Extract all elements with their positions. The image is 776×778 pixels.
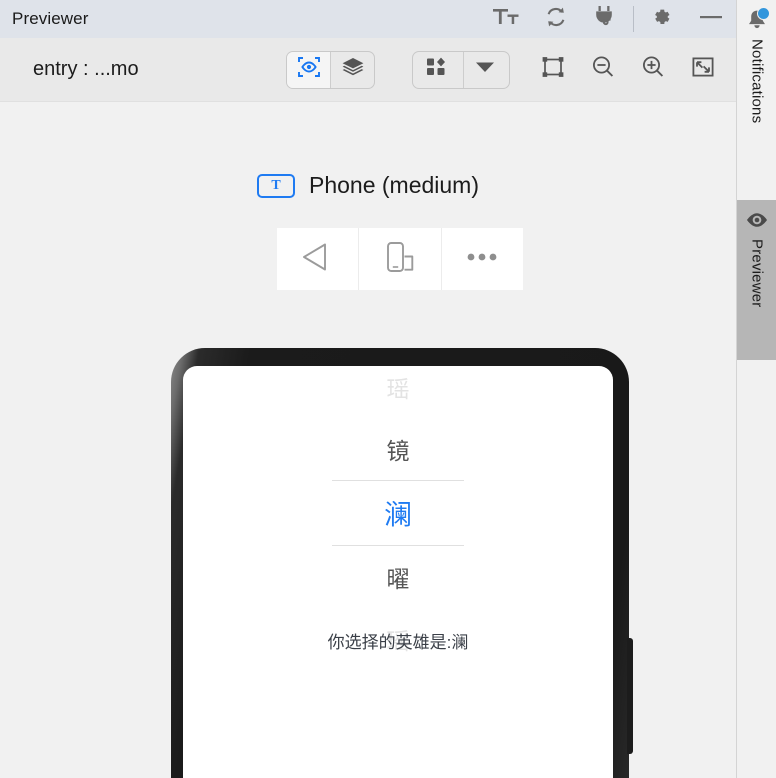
sidebar-item-previewer[interactable]: Previewer — [737, 200, 776, 360]
minimize-icon — [698, 10, 724, 29]
editor-toolbar: entry : ...mo — [0, 38, 736, 102]
device-type-badge-icon: T — [256, 173, 295, 198]
rotate-orientation-icon — [378, 239, 422, 280]
components-group — [412, 50, 510, 89]
connect-device-button[interactable] — [581, 0, 631, 38]
zoom-out-icon — [590, 54, 616, 85]
breadcrumb[interactable]: entry : ...mo — [33, 58, 139, 81]
bell-icon — [745, 7, 770, 32]
view-mode-group — [286, 50, 375, 89]
zoom-in-button[interactable] — [628, 48, 678, 92]
refresh-button[interactable] — [531, 0, 581, 38]
fit-screen-icon — [691, 55, 715, 84]
components-dropdown[interactable] — [462, 51, 507, 88]
inspector-toggle[interactable] — [287, 51, 330, 88]
chevron-down-icon — [474, 60, 496, 79]
refresh-icon — [544, 5, 568, 34]
previewer-window: Previewer entry: ...mo T Phone (medium)… — [0, 0, 776, 778]
picker-item-selected[interactable]: 澜 — [183, 481, 613, 545]
gear-icon — [649, 5, 673, 34]
phone-side-button-volume[interactable] — [627, 638, 633, 754]
back-button[interactable] — [277, 228, 358, 290]
right-sidebar: Notifications Previewer — [736, 0, 776, 778]
device-badge-letter: T — [271, 177, 281, 193]
inspect-eye-icon — [297, 56, 321, 83]
zoom-in-icon — [640, 54, 666, 85]
layers-toggle[interactable] — [330, 51, 374, 88]
title-bar: Previewer — [0, 0, 736, 38]
fit-to-window-button[interactable] — [678, 48, 728, 92]
device-name: Phone (medium) — [308, 172, 480, 198]
minimize-button[interactable] — [686, 0, 736, 38]
phone-screen: 瑶 镜 澜 曜 瑶 你选择的英雄是:澜 — [183, 366, 613, 778]
notification-badge-dot — [757, 7, 770, 20]
window-title: Previewer — [12, 9, 89, 28]
frame-bounds-icon — [541, 55, 565, 84]
layers-icon — [341, 56, 365, 83]
title-bar-actions — [481, 0, 736, 38]
components-button[interactable] — [415, 52, 458, 88]
font-size-icon — [493, 7, 519, 32]
font-size-button[interactable] — [481, 0, 531, 38]
show-bounds-button[interactable] — [528, 48, 578, 92]
settings-button[interactable] — [636, 0, 686, 38]
rotate-button[interactable] — [358, 228, 440, 290]
picker-item[interactable]: 镜 — [183, 418, 613, 480]
more-button[interactable] — [440, 228, 523, 290]
zoom-tools — [528, 48, 728, 92]
preview-canvas: T Phone (medium) 瑶 镜 澜 曜 瑶 你选择的英雄是:澜 — [0, 102, 736, 778]
sidebar-item-notifications[interactable]: Notifications — [737, 0, 776, 200]
zoom-out-button[interactable] — [578, 48, 628, 92]
selected-hero-text: 你选择的英雄是:澜 — [327, 633, 469, 652]
eye-icon — [745, 208, 769, 232]
picker-item[interactable]: 瑶 — [183, 366, 613, 418]
device-label: T Phone (medium) — [0, 172, 736, 199]
toolbar-divider — [633, 6, 634, 32]
sidebar-item-notifications-label: Notifications — [748, 39, 766, 124]
grid-components-icon — [426, 57, 448, 82]
sidebar-item-previewer-label: Previewer — [748, 239, 766, 308]
back-triangle-icon — [296, 240, 340, 279]
more-dots-icon — [460, 250, 504, 269]
device-mockup: 瑶 镜 澜 曜 瑶 你选择的英雄是:澜 — [171, 348, 633, 778]
hero-picker[interactable]: 瑶 镜 澜 曜 瑶 — [183, 366, 613, 670]
device-control-bar — [277, 228, 523, 290]
plug-icon — [593, 5, 619, 34]
picker-item[interactable]: 曜 — [183, 546, 613, 608]
